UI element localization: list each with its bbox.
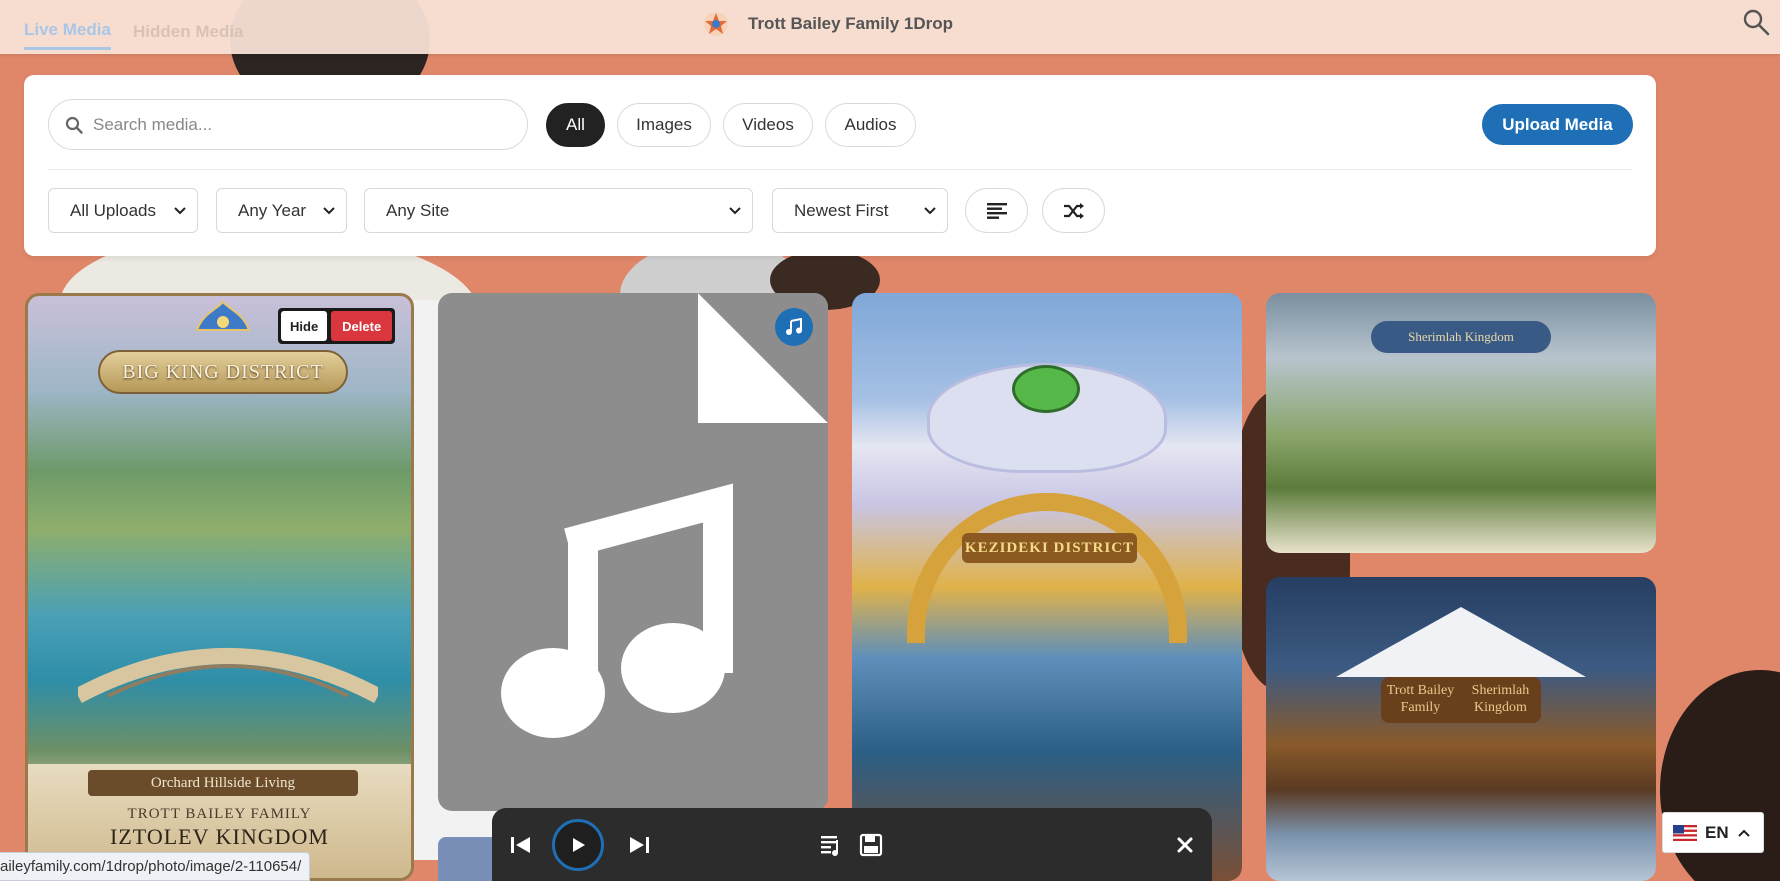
chevron-down-icon <box>729 207 741 215</box>
media-card-image[interactable]: KEZIDEKI DISTRICT <box>852 293 1242 881</box>
upload-media-button[interactable]: Upload Media <box>1482 104 1633 145</box>
language-picker[interactable]: EN <box>1662 812 1764 853</box>
caption-family: TROTT BAILEY FAMILY <box>127 806 312 822</box>
cabin-sign-kingdom: Sherimlah Kingdom <box>1471 683 1530 715</box>
link-status-bar: aileyfamily.com/1drop/photo/image/2-1106… <box>0 852 311 881</box>
uploader-select-value: All Uploads <box>70 200 156 220</box>
caption-subtitle: Orchard Hillside Living <box>88 770 358 796</box>
arch-illustration <box>907 493 1187 643</box>
list-layout-icon <box>986 202 1007 219</box>
audio-type-badge <box>775 308 813 346</box>
previous-icon[interactable] <box>508 832 534 858</box>
sort-select-value: Newest First <box>794 200 889 220</box>
snow-roof-illustration <box>1336 607 1586 677</box>
chevron-down-icon <box>323 207 335 215</box>
caption-kingdom: IZTOLEV KINGDOM <box>110 824 329 849</box>
save-icon[interactable] <box>858 832 884 858</box>
brand-logo-icon <box>704 12 728 36</box>
crest-emblem <box>195 300 251 331</box>
page-fold-icon <box>698 293 828 423</box>
district-banner: BIG KING DISTRICT <box>98 350 348 394</box>
site-select[interactable]: Any Site <box>364 188 753 233</box>
search-box[interactable] <box>48 99 528 150</box>
tab-hidden-media[interactable]: Hidden Media <box>133 22 244 42</box>
panel-divider <box>48 169 1632 170</box>
frog-illustration <box>1012 365 1080 413</box>
chip-all[interactable]: All <box>546 103 605 147</box>
year-select[interactable]: Any Year <box>216 188 347 233</box>
card-actions: Hide Delete <box>278 308 396 344</box>
media-card-thumbnail[interactable] <box>438 837 498 881</box>
shuffle-button[interactable] <box>1042 188 1105 233</box>
chip-images[interactable]: Images <box>617 103 711 147</box>
shuffle-icon <box>1063 202 1084 219</box>
play-icon <box>573 838 585 852</box>
bridge-illustration <box>78 648 378 704</box>
media-card-image[interactable]: Trott Bailey Family Sherimlah Kingdom <box>1266 577 1656 881</box>
us-flag-icon <box>1673 824 1697 841</box>
cabin-sign-family: Trott Bailey Family <box>1386 683 1455 715</box>
search-icon <box>65 116 83 134</box>
music-note-icon <box>501 483 733 738</box>
app-title: Trott Bailey Family 1Drop <box>748 14 953 33</box>
chevron-down-icon <box>924 207 936 215</box>
close-icon[interactable] <box>1172 832 1198 858</box>
delete-button[interactable]: Delete <box>331 311 393 341</box>
tab-live-media[interactable]: Live Media <box>24 20 111 50</box>
site-select-value: Any Site <box>386 200 450 220</box>
uploader-select[interactable]: All Uploads <box>48 188 198 233</box>
top-bar: Live Media Hidden Media Trott Bailey Fam… <box>0 0 1780 54</box>
search-input[interactable] <box>93 114 493 135</box>
hide-button[interactable]: Hide <box>281 311 328 341</box>
chevron-down-icon <box>174 207 186 215</box>
layout-toggle-button[interactable] <box>965 188 1028 233</box>
chip-videos[interactable]: Videos <box>723 103 813 147</box>
district-sign: KEZIDEKI DISTRICT <box>962 533 1137 563</box>
filter-panel: All Images Videos Audios Upload Media Al… <box>24 75 1656 256</box>
search-icon[interactable] <box>1742 8 1770 36</box>
kingdom-sign: Sherimlah Kingdom <box>1371 321 1551 353</box>
play-button[interactable] <box>552 819 604 871</box>
media-card-audio[interactable] <box>438 293 828 811</box>
next-icon[interactable] <box>626 832 652 858</box>
cabin-sign: Trott Bailey Family Sherimlah Kingdom <box>1381 677 1541 723</box>
music-note-icon <box>786 318 802 335</box>
playlist-icon[interactable] <box>819 832 845 858</box>
sort-select[interactable]: Newest First <box>772 188 948 233</box>
year-select-value: Any Year <box>238 200 307 220</box>
audio-player <box>492 808 1212 881</box>
media-card-image[interactable]: BIG KING DISTRICT Orchard Hillside Livin… <box>25 293 414 881</box>
chip-audios[interactable]: Audios <box>825 103 916 147</box>
language-code: EN <box>1705 822 1729 842</box>
brand[interactable]: Trott Bailey Family 1Drop <box>702 10 953 38</box>
media-card-image[interactable]: Sherimlah Kingdom <box>1266 293 1656 553</box>
chevron-up-icon <box>1737 829 1750 837</box>
